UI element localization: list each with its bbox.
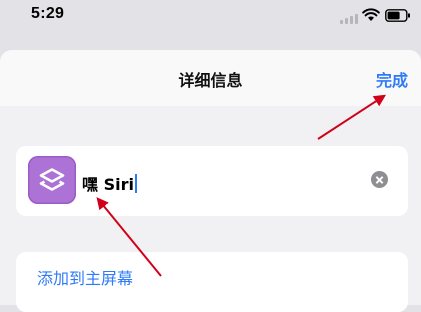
wifi-icon (362, 8, 380, 21)
shortcut-icon-button[interactable] (28, 156, 76, 204)
shortcuts-icon (39, 168, 65, 191)
nav-bar: 详细信息 完成 (0, 50, 421, 106)
battery-icon (385, 9, 410, 22)
done-button[interactable]: 完成 (376, 67, 408, 91)
page-title: 详细信息 (178, 71, 243, 90)
shortcut-name-input[interactable]: 嘿 Siri (82, 171, 137, 195)
shortcut-name-value: 嘿 Siri (82, 175, 134, 194)
cellular-signal-icon (340, 14, 358, 24)
clear-text-icon[interactable] (371, 171, 388, 188)
add-to-home-screen-button[interactable]: 添加到主屏幕 (37, 265, 133, 289)
add-to-home-card: 添加到主屏幕 (16, 252, 408, 312)
details-sheet: 详细信息 完成 嘿 Siri 添加到主屏幕 (0, 50, 421, 312)
status-time: 5:29 (31, 5, 65, 22)
status-bar: 5:29 (0, 0, 421, 34)
shortcut-name-card: 嘿 Siri (16, 146, 408, 216)
text-caret (134, 174, 137, 193)
